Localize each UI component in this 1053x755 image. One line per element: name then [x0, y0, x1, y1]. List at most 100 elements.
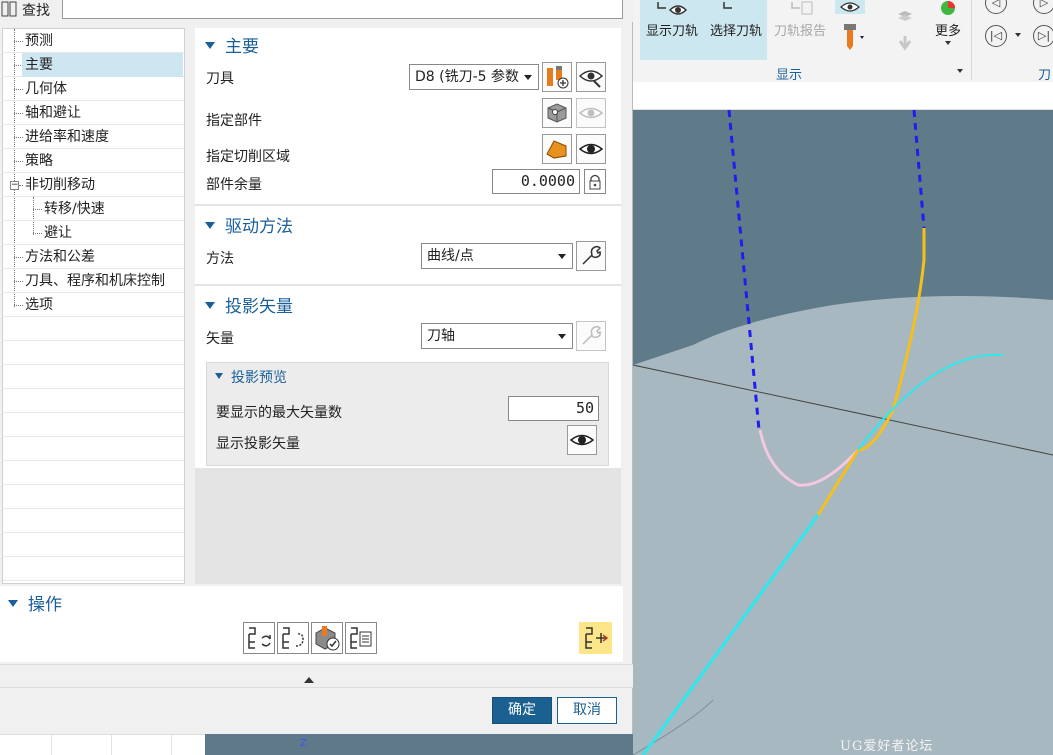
drive-method-dropdown[interactable]: 曲线/点: [421, 243, 573, 269]
tree-item-feeds-speeds[interactable]: 进给率和速度: [3, 125, 184, 149]
tool-display-button[interactable]: [838, 22, 868, 52]
tree-item-method-tolerance[interactable]: 方法和公差: [3, 245, 184, 269]
step-back-icon[interactable]: ◁: [985, 0, 1007, 14]
new-tool-icon: [547, 66, 569, 89]
first-frame-icon[interactable]: |◁: [985, 25, 1007, 47]
tree-hline: [19, 185, 23, 186]
select-toolpath-button[interactable]: 选择刀轨: [706, 0, 766, 39]
show-toolpath-label: 显示刀轨: [645, 24, 698, 39]
section-operations: 操作: [0, 586, 623, 662]
tree-item-tool-program-machine[interactable]: 刀具、程序和机床控制: [3, 269, 184, 293]
collapse-up-icon[interactable]: [304, 677, 314, 683]
toolpath-report-label: 刀轨报告: [773, 24, 826, 39]
find-input[interactable]: [62, 0, 623, 19]
generate-button[interactable]: [243, 622, 275, 654]
tree-empty-row: [3, 341, 184, 365]
show-toolpath-icon: [657, 2, 688, 15]
tree-hline: [14, 89, 23, 90]
section-operations-header[interactable]: 操作: [8, 590, 62, 615]
cancel-button[interactable]: 取消: [557, 697, 617, 724]
select-part-button[interactable]: [542, 98, 572, 128]
last-frame-icon[interactable]: ▷|: [1033, 25, 1053, 47]
tree-item-geometry[interactable]: 几何体: [3, 77, 184, 101]
tree-item-label: 策略: [25, 153, 53, 169]
vector-dropdown[interactable]: 刀轴: [421, 323, 573, 349]
section-projection-title: 投影矢量: [225, 297, 293, 317]
eye-wrench-icon: [578, 70, 604, 88]
show-toolpath-button[interactable]: 显示刀轨: [642, 0, 702, 39]
layer-button[interactable]: [895, 6, 915, 54]
vector-value: 刀轴: [427, 328, 455, 344]
section-main: 主要 刀具 D8 (铣刀-5 参数 指定部件 指定切削区域 部件余量 0.000…: [195, 28, 621, 204]
display-cut-area-button[interactable]: [576, 134, 606, 164]
lock-button[interactable]: [584, 169, 606, 194]
section-projection-header[interactable]: 投影矢量: [205, 292, 293, 317]
tool-dropdown[interactable]: D8 (铣刀-5 参数: [409, 64, 539, 90]
toolpath-report-button[interactable]: 刀轨报告: [770, 0, 830, 39]
tree-item-options[interactable]: 选项: [3, 293, 184, 317]
section-main-header[interactable]: 主要: [205, 32, 259, 57]
specify-part-label: 指定部件: [206, 113, 262, 129]
tree-item-transfer-rapid[interactable]: 转移/快速: [3, 197, 184, 221]
ribbon-bottom-bar: [633, 82, 1053, 110]
tree-item-avoidance[interactable]: 避让: [3, 221, 184, 245]
collapse-triangle-icon: [205, 221, 215, 229]
replay-icon: [282, 627, 304, 649]
chevron-down-icon: [558, 334, 566, 339]
play-icon[interactable]: ▷: [1033, 0, 1053, 14]
edit-vector-button[interactable]: [576, 321, 606, 351]
navigation-tree: 预测 主要 几何体 轴和避让 进给率和速度 策略 − 非切削移动 转移/快速 避…: [2, 28, 185, 584]
ribbon-group-next: 刀: [1038, 68, 1052, 83]
collapse-triangle-icon: [8, 599, 18, 607]
nav-dropdown-icon[interactable]: [1015, 33, 1021, 37]
tree-empty-row: [3, 533, 184, 557]
select-cut-area-button[interactable]: [542, 134, 572, 164]
max-vectors-input[interactable]: 50: [508, 396, 599, 421]
generate-icon: [248, 627, 271, 649]
ribbon-group-display: 显示: [776, 68, 803, 83]
projection-preview-header[interactable]: 投影预览: [215, 367, 287, 387]
new-tool-button[interactable]: [542, 62, 572, 92]
section-drive-method: 驱动方法 方法 曲线/点: [195, 206, 621, 284]
collapse-icon[interactable]: −: [10, 181, 19, 190]
tree-item-main[interactable]: 主要: [3, 53, 184, 77]
tool-label: 刀具: [206, 71, 234, 87]
tree-item-axis-avoidance[interactable]: 轴和避让: [3, 101, 184, 125]
edit-display-tool-button[interactable]: [576, 62, 606, 92]
more-button[interactable]: 更多: [931, 0, 965, 45]
group-expand-icon[interactable]: [957, 69, 963, 73]
verify-button[interactable]: [311, 622, 343, 654]
tree-item-label: 进给率和速度: [25, 129, 109, 145]
tree-empty-row: [3, 389, 184, 413]
part-stock-input[interactable]: 0.0000: [492, 169, 580, 194]
drill-tool-icon: [844, 24, 864, 50]
display-part-button[interactable]: [576, 98, 606, 128]
chevron-down-icon: [558, 254, 566, 259]
axis-z-label: Z: [300, 738, 307, 749]
list-output-button[interactable]: [345, 622, 377, 654]
tree-item-strategy[interactable]: 策略: [3, 149, 184, 173]
tree-item-non-cutting-moves[interactable]: − 非切削移动: [3, 173, 184, 197]
show-projection-vectors-button[interactable]: [567, 425, 597, 455]
replay-button[interactable]: [277, 622, 309, 654]
tree-item-label: 方法和公差: [25, 249, 95, 265]
graphics-viewport[interactable]: [633, 110, 1053, 755]
ok-button[interactable]: 确定: [492, 697, 552, 724]
collapse-triangle-icon: [205, 41, 215, 49]
grid-cell: [112, 735, 172, 755]
vector-label: 矢量: [206, 331, 234, 347]
section-drive-header[interactable]: 驱动方法: [205, 212, 293, 237]
ribbon: 显示刀轨 选择刀轨 刀轨报告 更多 显示 ◁ |◁ ▷ ▷| 刀: [633, 0, 1053, 83]
section-projection-vector: 投影矢量 矢量 刀轴 投影预览 要显示的最大矢量数 50 显示投影矢量: [195, 286, 621, 468]
eye-view-button[interactable]: [835, 0, 865, 14]
edit-drive-method-button[interactable]: [576, 241, 606, 271]
section-drive-title: 驱动方法: [225, 217, 293, 237]
collapse-strip[interactable]: [0, 664, 633, 688]
tree-empty-row: [3, 413, 184, 437]
tree-hline: [14, 41, 23, 42]
tree-item-forecast[interactable]: 预测: [3, 29, 184, 53]
tree-empty-row: [3, 437, 184, 461]
section-main-title: 主要: [225, 37, 259, 57]
transfer-button[interactable]: [579, 622, 612, 654]
tree-empty-row: [3, 461, 184, 485]
